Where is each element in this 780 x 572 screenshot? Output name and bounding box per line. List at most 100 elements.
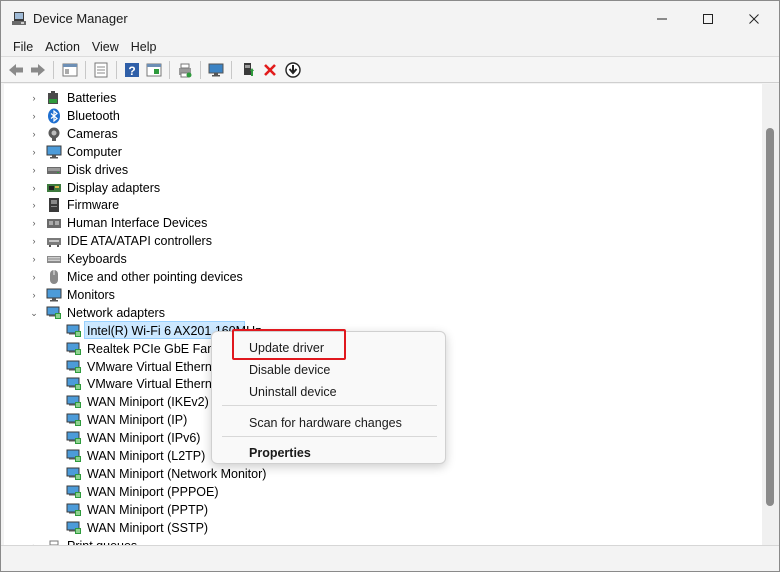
tree-category-label[interactable]: Firmware	[67, 196, 119, 214]
context-menu: Update driver Disable device Uninstall d…	[211, 331, 446, 464]
ctx-disable-device[interactable]: Disable device	[212, 359, 445, 381]
menu-file[interactable]: File	[7, 40, 39, 54]
tree-category-label[interactable]: Bluetooth	[67, 107, 120, 125]
tree-category-label[interactable]: Display adapters	[67, 179, 160, 197]
device-tree[interactable]: › Batteries › Bluetooth › Cameras › Computer › Di…	[4, 84, 762, 545]
tree-category-label[interactable]: Print queues	[67, 537, 137, 546]
chevron-right-icon[interactable]: ›	[29, 129, 39, 139]
tree-category-label[interactable]: IDE ATA/ATAPI controllers	[67, 232, 212, 250]
network-adapter-icon	[46, 306, 61, 319]
view-icon[interactable]	[145, 61, 163, 79]
ctx-update-driver[interactable]: Update driver	[212, 337, 445, 359]
ctx-separator	[222, 405, 437, 406]
ctx-separator	[222, 436, 437, 437]
chevron-right-icon[interactable]: ›	[29, 218, 39, 228]
menu-bar: File Action View Help	[1, 37, 779, 56]
network-adapter-icon	[66, 521, 81, 534]
chevron-right-icon[interactable]: ›	[29, 200, 39, 210]
battery-icon	[48, 91, 58, 104]
download-icon[interactable]	[284, 61, 302, 79]
disk-drive-icon	[47, 166, 61, 174]
menu-view[interactable]: View	[86, 40, 125, 54]
chevron-right-icon[interactable]: ›	[29, 183, 39, 193]
back-arrow-icon[interactable]	[7, 61, 25, 79]
tree-device-label[interactable]: WAN Miniport (L2TP)	[87, 447, 205, 465]
vertical-scrollbar[interactable]	[762, 84, 779, 545]
tree-category-label[interactable]: Computer	[67, 143, 122, 161]
tree-category-label[interactable]: Keyboards	[67, 250, 127, 268]
tree-category-label[interactable]: Network adapters	[67, 304, 165, 322]
chevron-right-icon[interactable]: ›	[29, 111, 39, 121]
toolbar-separator	[116, 61, 117, 79]
tree-device-label[interactable]: WAN Miniport (IPv6)	[87, 429, 200, 447]
mouse-icon	[50, 270, 58, 284]
chevron-right-icon[interactable]: ›	[29, 272, 39, 282]
menu-action[interactable]: Action	[39, 40, 86, 54]
tree-category-label[interactable]: Mice and other pointing devices	[67, 268, 243, 286]
tree-device-label[interactable]: WAN Miniport (PPPOE)	[87, 483, 219, 501]
network-adapter-icon	[66, 413, 81, 427]
toolbar-separator	[231, 61, 232, 79]
network-adapter-icon	[66, 485, 81, 498]
network-adapter-icon	[66, 431, 81, 445]
toolbar-separator	[169, 61, 170, 79]
minimize-icon	[657, 18, 667, 20]
tree-device-label[interactable]: WAN Miniport (Network Monitor)	[87, 465, 266, 483]
network-adapter-icon	[66, 395, 81, 409]
forward-arrow-icon[interactable]	[29, 61, 47, 79]
bluetooth-icon	[48, 108, 60, 124]
network-adapter-icon	[66, 324, 81, 337]
title-bar: Device Manager	[1, 1, 779, 37]
tree-category-label[interactable]: Disk drives	[67, 161, 128, 179]
chevron-right-icon[interactable]: ›	[29, 236, 39, 246]
chevron-right-icon[interactable]: ›	[29, 147, 39, 157]
tree-category-label[interactable]: Human Interface Devices	[67, 214, 207, 232]
svg-text:?: ?	[128, 64, 135, 78]
network-adapter-icon	[66, 377, 81, 391]
display-adapter-icon	[47, 183, 61, 192]
network-adapter-icon	[66, 360, 81, 373]
chevron-right-icon[interactable]: ›	[29, 254, 39, 264]
network-adapter-icon	[66, 467, 81, 480]
camera-icon	[48, 127, 60, 141]
update-driver-icon[interactable]	[239, 61, 257, 79]
menu-help[interactable]: Help	[125, 40, 163, 54]
minimize-button[interactable]	[639, 1, 685, 37]
chevron-right-icon[interactable]: ›	[29, 165, 39, 175]
chevron-right-icon[interactable]: ›	[29, 93, 39, 103]
device-manager-app-icon	[12, 12, 26, 25]
toolbar-separator	[200, 61, 201, 79]
window-title: Device Manager	[33, 11, 128, 26]
scrollbar-thumb[interactable]	[766, 128, 774, 506]
chevron-down-icon[interactable]: ⌄	[29, 308, 39, 318]
network-adapter-icon	[66, 449, 81, 462]
maximize-button[interactable]	[685, 1, 731, 37]
scan-monitor-icon[interactable]	[207, 61, 225, 79]
monitor-icon	[46, 288, 62, 302]
uninstall-icon[interactable]	[261, 61, 279, 79]
hid-icon	[47, 219, 61, 229]
toolbar: ?	[1, 56, 779, 83]
tree-category-label[interactable]: Batteries	[67, 89, 116, 107]
tree-category-label[interactable]: Monitors	[67, 286, 115, 304]
ctx-uninstall-device[interactable]: Uninstall device	[212, 381, 445, 403]
close-button[interactable]	[731, 1, 777, 37]
tree-device-label[interactable]: WAN Miniport (IKEv2)	[87, 393, 209, 411]
tree-device-label[interactable]: WAN Miniport (IP)	[87, 411, 187, 429]
printer-icon	[48, 540, 60, 545]
tree-category-label[interactable]: Cameras	[67, 125, 118, 143]
help-icon[interactable]: ?	[123, 61, 141, 79]
ctx-scan-hardware[interactable]: Scan for hardware changes	[212, 412, 445, 434]
toolbar-separator	[53, 61, 54, 79]
print-icon[interactable]	[176, 61, 194, 79]
device-manager-window: Device Manager File Action View Help ? ›…	[0, 0, 780, 572]
maximize-icon	[703, 14, 713, 24]
show-hide-tree-icon[interactable]	[61, 61, 79, 79]
ide-controller-icon	[47, 238, 61, 248]
tree-device-label[interactable]: WAN Miniport (SSTP)	[87, 519, 208, 537]
network-adapter-icon	[66, 342, 81, 355]
properties-icon[interactable]	[92, 61, 110, 79]
tree-device-label[interactable]: WAN Miniport (PPTP)	[87, 501, 208, 519]
ctx-properties[interactable]: Properties	[212, 442, 445, 464]
chevron-right-icon[interactable]: ›	[29, 290, 39, 300]
